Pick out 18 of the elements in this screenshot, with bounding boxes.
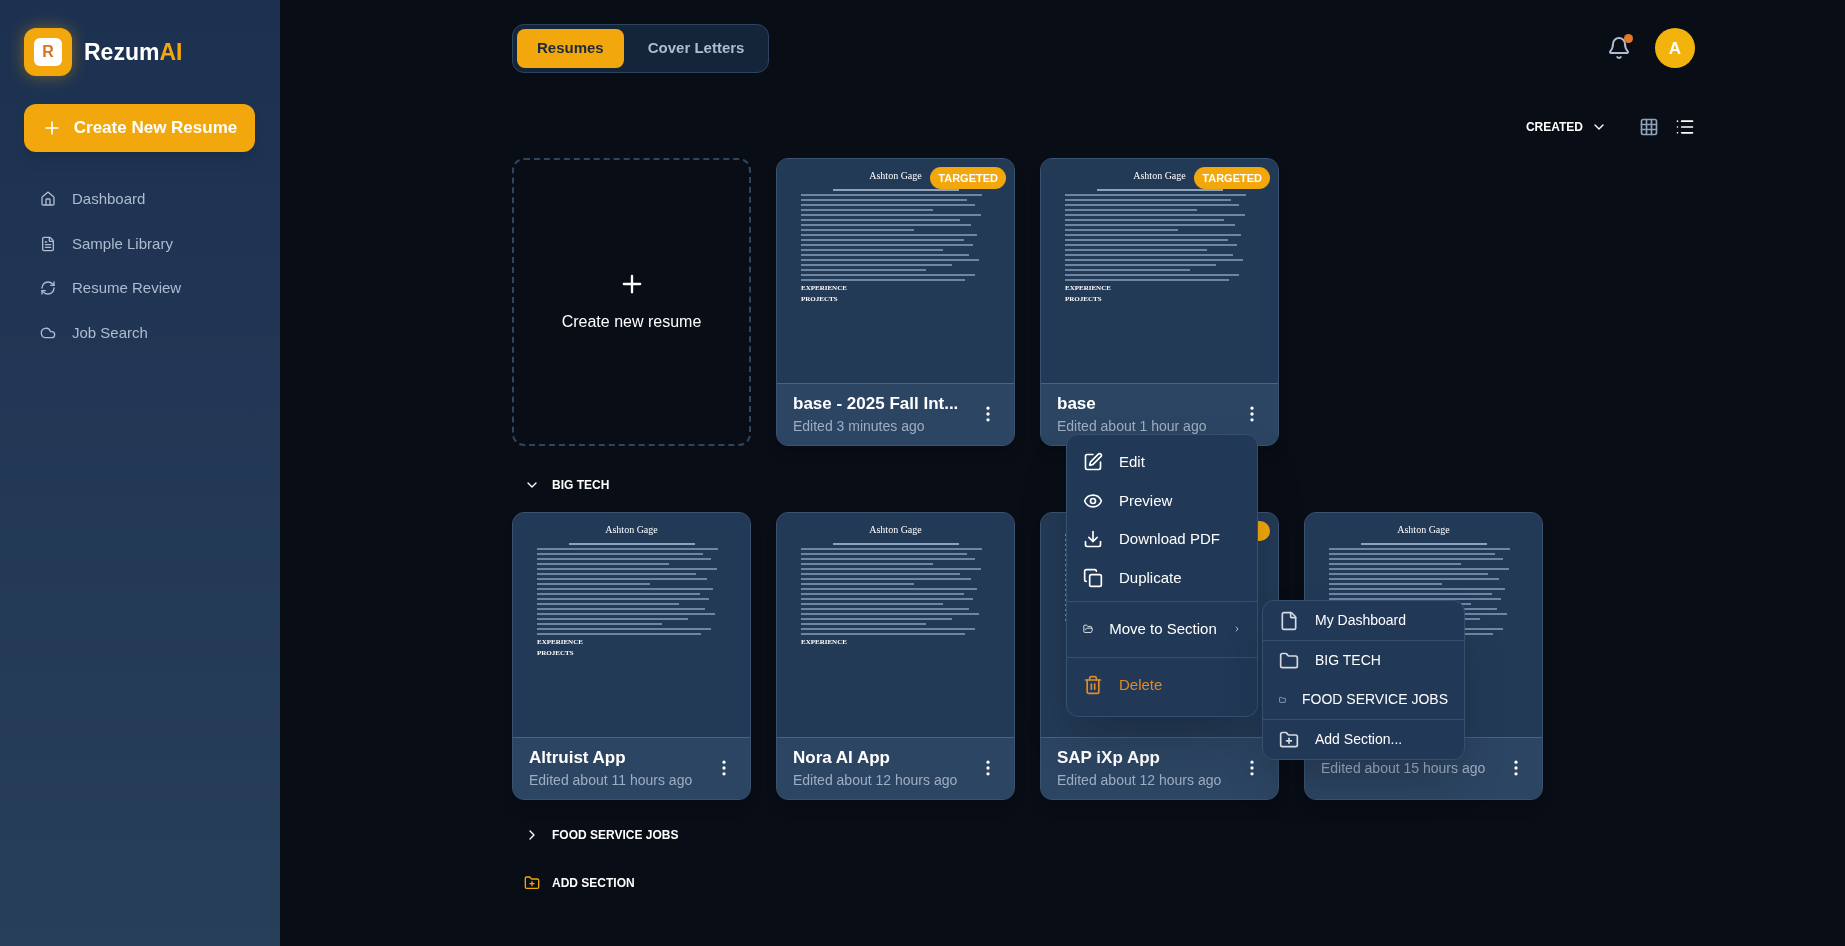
resume-name: Ashton Gage — [869, 524, 922, 535]
brand-name: RezumAI — [84, 37, 183, 67]
edited-time: Edited about 11 hours ago — [529, 771, 693, 791]
logo-icon: R — [24, 28, 72, 76]
resume-title: SAP iXp App — [1057, 746, 1161, 769]
edited-time: Edited about 12 hours ago — [793, 771, 958, 791]
resume-name: Ashton Gage — [1397, 524, 1450, 535]
edited-time: Edited 3 minutes ago — [793, 417, 926, 437]
resume-title: base — [1057, 392, 1097, 415]
resume-title: base - 2025 Fall Int... — [793, 392, 959, 415]
edited-time: Edited about 1 hour ago — [1057, 417, 1207, 437]
resume-title: Altruist App — [529, 746, 627, 769]
edited-time: Edited about 15 hours ago — [1321, 758, 1486, 778]
resume-title: Nora AI App — [793, 746, 891, 769]
resume-name: Ashton Gage — [1133, 170, 1186, 181]
edited-time: Edited about 12 hours ago — [1057, 771, 1222, 791]
resume-name: Ashton Gage — [605, 524, 658, 535]
resume-name: Ashton Gage — [869, 170, 922, 181]
